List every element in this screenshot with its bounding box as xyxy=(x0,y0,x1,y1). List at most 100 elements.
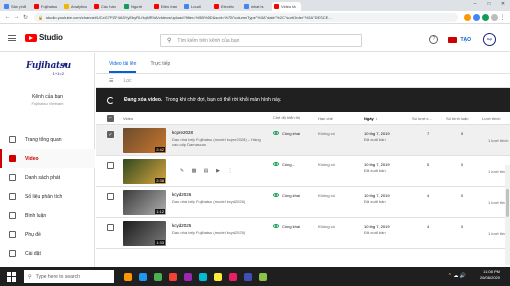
sidebar-item-analytics[interactable]: Số liệu phân tích xyxy=(0,187,95,206)
window-controls: – □ ✕ xyxy=(468,0,510,9)
row-hover-tools: ✎ ▩ ▤ ▶ ⋮ xyxy=(176,168,236,175)
video-title[interactable]: kcyd2025 xyxy=(172,223,191,228)
maximize-icon[interactable]: □ xyxy=(482,0,496,9)
back-icon[interactable]: ← xyxy=(3,13,12,22)
video-title[interactable]: kcpre2028 xyxy=(172,130,193,135)
studio-logo[interactable]: Studio xyxy=(25,33,63,42)
sidebar-item-subtitles[interactable]: Phụ đề xyxy=(0,225,95,244)
publish-status: Đã xuất bản xyxy=(364,168,386,173)
channel-handle: Fujihatsu Vietnam xyxy=(31,101,64,106)
taskbar-app-icon[interactable] xyxy=(225,267,240,286)
analytics-icon[interactable]: ▩ xyxy=(188,168,200,175)
col-views[interactable]: Số lượt x... xyxy=(412,112,432,124)
row-checkbox[interactable]: ✓ xyxy=(107,131,114,138)
star-icon: ✦ xyxy=(62,62,68,69)
help-icon[interactable]: ? xyxy=(429,35,439,44)
filter-bar[interactable]: ☰ Lọc xyxy=(96,74,510,88)
video-thumbnail[interactable]: 1:12 xyxy=(123,190,166,215)
forward-icon[interactable]: → xyxy=(12,13,21,22)
taskbar-app-icon[interactable] xyxy=(120,267,135,286)
browser-tab[interactable]: Người xyxy=(122,2,151,11)
channel-avatar[interactable]: Fujihatsu 1+1=2 ✦ xyxy=(26,61,71,91)
taskbar-clock[interactable]: 11:08 PM 26/08/2020 xyxy=(480,269,500,281)
extension-icon[interactable] xyxy=(473,13,480,21)
table-row[interactable]: ✓ 2:42 kcpre2028 Dao nhà bếp Fujihatsu (mod… xyxy=(96,125,510,156)
video-thumbnail[interactable]: 2:38 xyxy=(123,159,166,184)
browser-tab[interactable]: Loudi xyxy=(182,2,211,11)
tab-live[interactable]: Trực tiếp xyxy=(150,61,170,73)
create-button[interactable]: TẠO xyxy=(448,36,471,43)
taskbar-app-icon[interactable] xyxy=(195,267,210,286)
tray-icons: ⌃ ☁ 🔊 xyxy=(447,273,466,279)
extension-icon[interactable] xyxy=(482,13,489,21)
reload-icon[interactable]: ↻ xyxy=(21,13,30,22)
taskbar-app-icon[interactable] xyxy=(180,267,195,286)
browser-tab[interactable]: what is xyxy=(242,2,271,11)
channel-search-input[interactable]: ⚲ Tìm kiếm trên kênh của bạn xyxy=(160,34,362,47)
sidebar-item-label: Bình luận xyxy=(25,212,47,219)
visibility-cell[interactable]: Công khai xyxy=(273,187,300,217)
select-all-checkbox[interactable]: − xyxy=(107,114,114,122)
profile-icon[interactable] xyxy=(491,13,498,21)
col-likes[interactable]: Lượt thích xyxy=(482,112,500,124)
url-input[interactable]: 🔒 studio.youtube.com/channel/UCxG7PZF4A5… xyxy=(34,12,458,22)
windows-start-icon[interactable] xyxy=(7,271,17,282)
comments-icon[interactable]: ▤ xyxy=(200,168,212,175)
video-title[interactable]: kcyd2026 xyxy=(172,192,191,197)
taskbar-app-icon[interactable] xyxy=(255,267,270,286)
video-thumbnail[interactable]: 1:33 xyxy=(123,221,166,246)
video-duration: 1:33 xyxy=(155,240,165,245)
video-description: Dao nhà bếp Fujihatsu (model kcyd2026) xyxy=(172,199,246,204)
visibility-cell[interactable]: Công khai xyxy=(273,218,300,248)
minimize-icon[interactable]: – xyxy=(468,0,482,9)
taskbar-app-icon[interactable] xyxy=(150,267,165,286)
taskbar-search-input[interactable]: ⚲ Type here to search xyxy=(24,270,114,283)
close-icon[interactable]: ✕ xyxy=(496,0,510,9)
col-restrictions[interactable]: Hạn chế xyxy=(318,112,333,124)
taskbar-app-icon[interactable] xyxy=(165,267,180,286)
browser-tab[interactable]: Analytics xyxy=(62,2,91,11)
taskbar-app-icon[interactable] xyxy=(210,267,225,286)
sidebar-item-comments[interactable]: Bình luận xyxy=(0,206,95,225)
col-comments[interactable]: Số bình luận xyxy=(446,112,468,124)
table-row[interactable]: 2:38 ✎ ▩ ▤ ▶ ⋮ Công... Không có 10 thg 7, 2019 Đã… xyxy=(96,156,510,187)
taskbar-app-icon[interactable] xyxy=(240,267,255,286)
video-duration: 2:42 xyxy=(155,147,165,152)
browser-tab[interactable]: Điều tran xyxy=(152,2,181,11)
taskbar-app-icon[interactable] xyxy=(135,267,150,286)
account-avatar[interactable]: fuji xyxy=(483,33,496,46)
visibility-cell[interactable]: Công... xyxy=(273,156,295,186)
visibility-label: Công khai xyxy=(282,224,301,229)
row-checkbox[interactable] xyxy=(107,224,114,231)
sidebar-item-settings[interactable]: Cài đặt xyxy=(0,244,95,263)
table-row[interactable]: 1:33 kcyd2025 Dao nhà bếp Fujihatsu (model… xyxy=(96,218,510,249)
more-options-icon[interactable]: ⋮ xyxy=(224,168,236,175)
tab-label: what is xyxy=(251,4,264,9)
menu-dots-icon[interactable]: ⋮ xyxy=(498,13,507,22)
address-bar: ← → ↻ 🔒 studio.youtube.com/channel/UCxG7… xyxy=(0,11,510,24)
browser-tab[interactable]: Sản phẩ xyxy=(2,2,31,11)
col-visibility[interactable]: Chế độ hiển thị xyxy=(273,112,311,124)
table-row[interactable]: 1:12 kcyd2026 Dao nhà bếp Fujihatsu (model… xyxy=(96,187,510,218)
hamburger-menu-icon[interactable] xyxy=(8,34,16,41)
edit-icon[interactable]: ✎ xyxy=(176,168,188,175)
sidebar-item-dashboard[interactable]: Trang tổng quan xyxy=(0,130,95,149)
video-thumbnail[interactable]: 2:42 xyxy=(123,128,166,153)
eye-icon xyxy=(273,131,279,135)
youtube-play-icon[interactable]: ▶ xyxy=(212,168,224,175)
browser-tab[interactable]: Fujihatsu xyxy=(32,2,61,11)
search-placeholder: Tìm kiếm trên kênh của bạn xyxy=(177,37,240,44)
tab-uploads[interactable]: Video tải lên xyxy=(109,61,137,73)
visibility-cell[interactable]: Công khai xyxy=(273,125,300,155)
extension-icon[interactable] xyxy=(464,13,471,21)
sidebar-item-playlists[interactable]: Danh sách phát xyxy=(0,168,95,187)
col-date[interactable]: Ngày ↓ xyxy=(364,112,378,124)
scrollbar-thumb[interactable] xyxy=(506,189,509,217)
row-checkbox[interactable] xyxy=(107,193,114,200)
browser-tab[interactable]: Electric xyxy=(212,2,241,11)
browser-tab[interactable]: Các hàn xyxy=(92,2,121,11)
scrollbar[interactable] xyxy=(505,165,510,265)
browser-tab[interactable]: Video tả xyxy=(272,2,301,11)
row-checkbox[interactable] xyxy=(107,162,114,169)
sidebar-item-videos[interactable]: Video xyxy=(0,149,95,168)
